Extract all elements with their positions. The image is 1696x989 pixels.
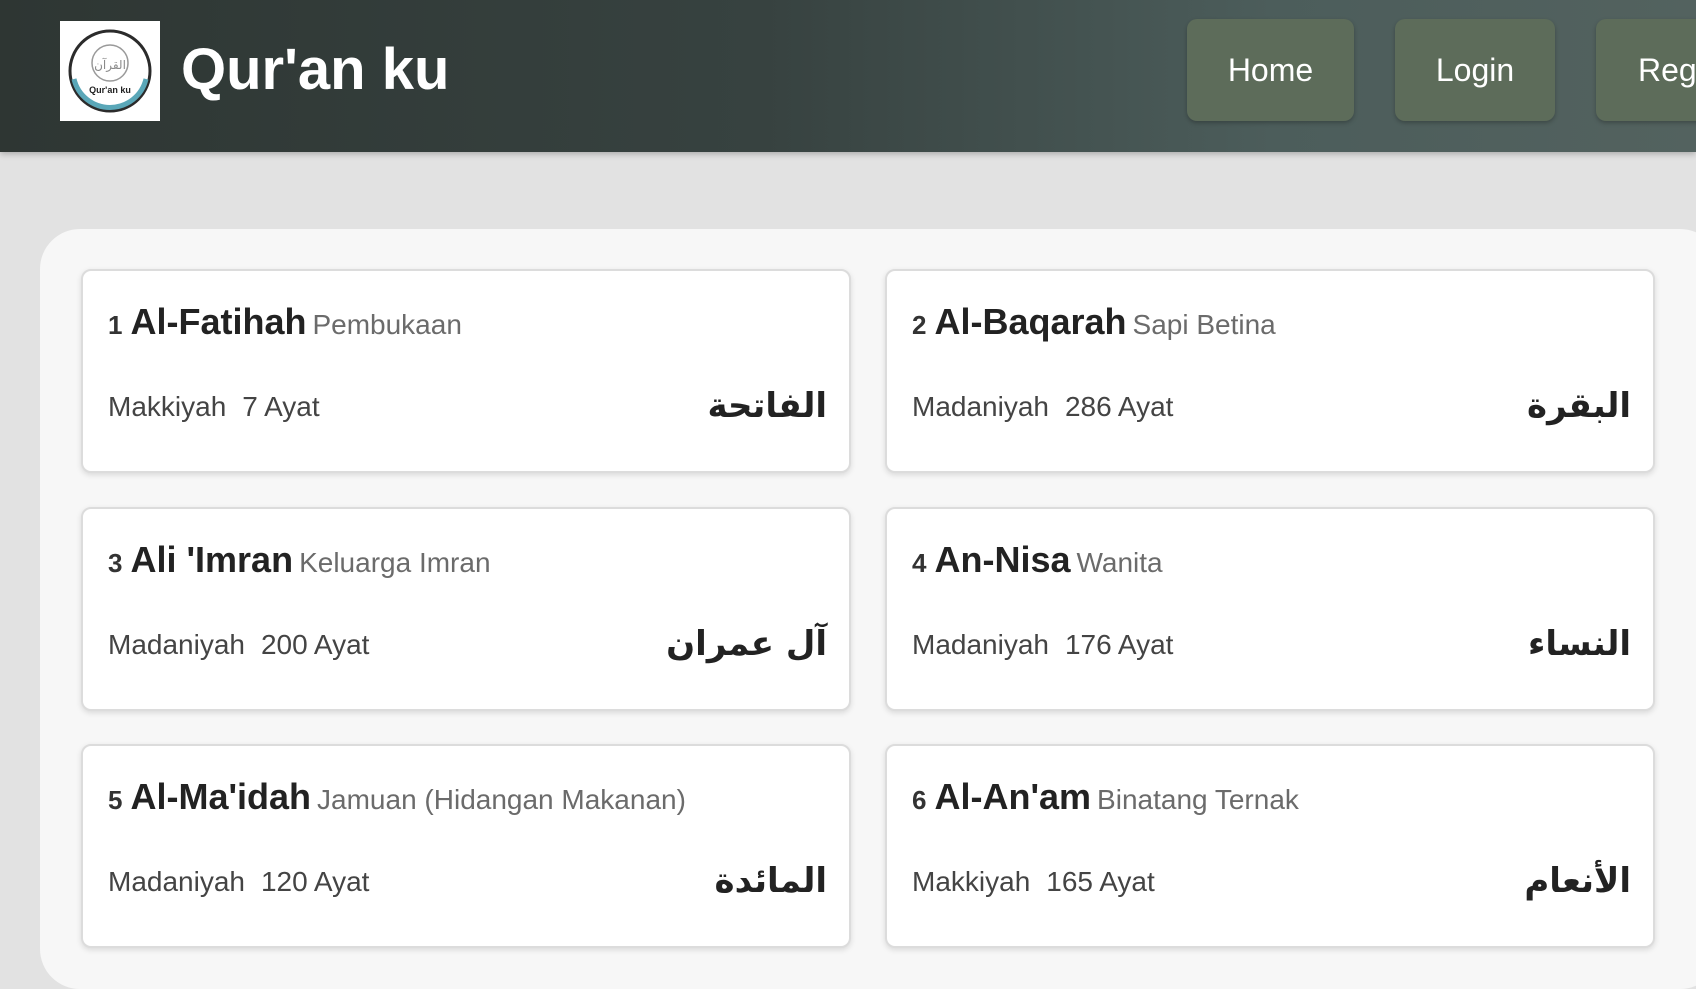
surah-meaning: Pembukaan xyxy=(312,309,462,340)
ayat-count: 120 Ayat xyxy=(260,866,370,897)
ayat-count: 7 Ayat xyxy=(242,391,320,422)
revelation-type: Madaniyah xyxy=(912,391,1049,422)
ayat-count: 200 Ayat xyxy=(260,629,370,660)
surah-card[interactable]: 5 Al-Ma'idah Jamuan (Hidangan Makanan) Mad… xyxy=(81,744,851,948)
surah-card[interactable]: 6 Al-An'am Binatang Ternak Makkiyah 165 Aya… xyxy=(885,744,1655,948)
surah-name: Al-Ma'idah xyxy=(130,776,312,817)
surah-name: An-Nisa xyxy=(934,539,1071,580)
nav-login-button[interactable]: Login xyxy=(1395,19,1555,121)
surah-number: 4 xyxy=(912,548,927,578)
surah-meaning: Binatang Ternak xyxy=(1097,784,1299,815)
surah-name: Al-An'am xyxy=(934,776,1092,817)
site-title[interactable]: Qur'an ku xyxy=(181,36,449,104)
nav-home-button[interactable]: Home xyxy=(1187,19,1354,121)
nav-register-button[interactable]: Reg xyxy=(1596,19,1696,121)
surah-arabic-name: البقرة xyxy=(1527,386,1631,426)
surah-number: 3 xyxy=(108,548,123,578)
site-logo[interactable]: القرآن Qur'an ku xyxy=(60,21,160,121)
surah-meaning: Jamuan (Hidangan Makanan) xyxy=(317,784,686,815)
surah-name: Al-Fatihah xyxy=(130,301,307,342)
revelation-type: Makkiyah xyxy=(912,866,1031,897)
revelation-type: Madaniyah xyxy=(108,629,245,660)
svg-text:Qur'an ku: Qur'an ku xyxy=(89,85,131,95)
surah-arabic-name: الفاتحة xyxy=(707,386,827,426)
revelation-type: Makkiyah xyxy=(108,391,227,422)
surah-number: 5 xyxy=(108,785,123,815)
ayat-count: 165 Ayat xyxy=(1046,866,1155,897)
quran-logo-icon: القرآن Qur'an ku xyxy=(68,29,152,113)
surah-list-panel: 1 Al-Fatihah Pembukaan Makkiyah 7 Ayat الفا… xyxy=(40,229,1696,989)
surah-number: 1 xyxy=(108,310,123,340)
site-header: القرآن Qur'an ku Qur'an ku Home Login Re… xyxy=(0,0,1696,152)
surah-arabic-name: آل عمران xyxy=(666,624,827,664)
surah-meaning: Keluarga Imran xyxy=(299,547,491,578)
surah-arabic-name: النساء xyxy=(1527,624,1631,664)
surah-card[interactable]: 2 Al-Baqarah Sapi Betina Madaniyah 286 Ayat… xyxy=(885,269,1655,473)
revelation-type: Madaniyah xyxy=(912,629,1049,660)
surah-number: 2 xyxy=(912,310,927,340)
surah-meaning: Wanita xyxy=(1076,547,1163,578)
ayat-count: 286 Ayat xyxy=(1064,391,1174,422)
surah-arabic-name: المائدة xyxy=(714,861,827,901)
surah-card[interactable]: 1 Al-Fatihah Pembukaan Makkiyah 7 Ayat الفا… xyxy=(81,269,851,473)
surah-card[interactable]: 3 Ali 'Imran Keluarga Imran Madaniyah 200 A… xyxy=(81,507,851,711)
svg-text:القرآن: القرآن xyxy=(94,57,126,73)
surah-card[interactable]: 4 An-Nisa Wanita Madaniyah 176 Ayat النساء xyxy=(885,507,1655,711)
surah-name: Al-Baqarah xyxy=(934,301,1127,342)
surah-meaning: Sapi Betina xyxy=(1132,309,1276,340)
surah-arabic-name: الأنعام xyxy=(1524,861,1631,901)
surah-number: 6 xyxy=(912,785,927,815)
ayat-count: 176 Ayat xyxy=(1064,629,1174,660)
surah-name: Ali 'Imran xyxy=(130,539,294,580)
revelation-type: Madaniyah xyxy=(108,866,245,897)
